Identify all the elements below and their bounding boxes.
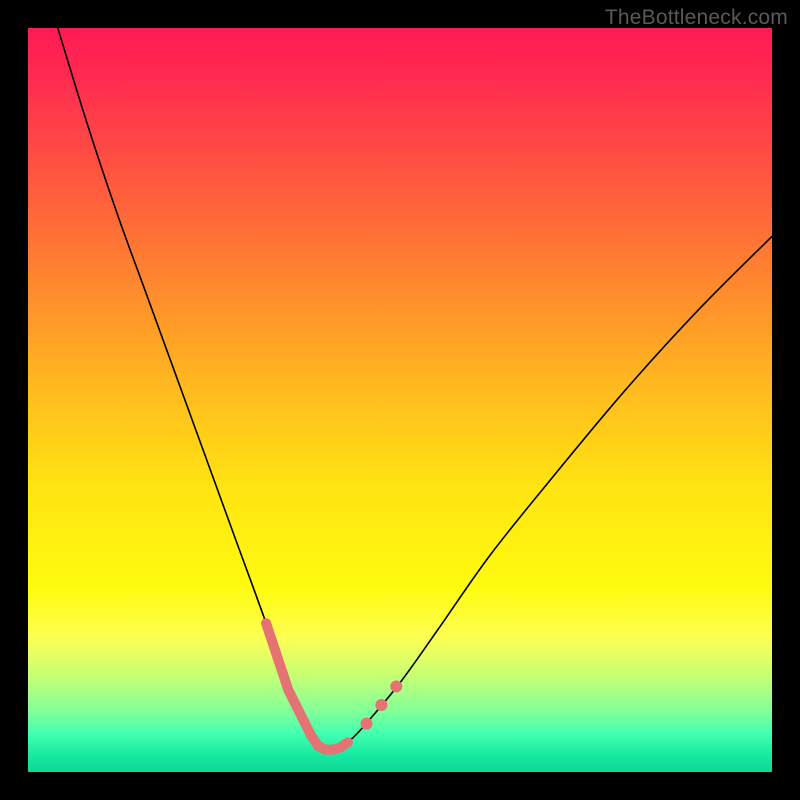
left-accent-segment [266, 623, 348, 749]
bottleneck-curve-line [58, 28, 772, 750]
plot-area [28, 28, 772, 772]
bottleneck-chart [28, 28, 772, 772]
accent-dot [375, 699, 387, 711]
accent-dot [361, 718, 373, 730]
accent-dot [390, 680, 402, 692]
right-accent-dots [361, 680, 403, 729]
watermark-text: TheBottleneck.com [605, 6, 788, 30]
